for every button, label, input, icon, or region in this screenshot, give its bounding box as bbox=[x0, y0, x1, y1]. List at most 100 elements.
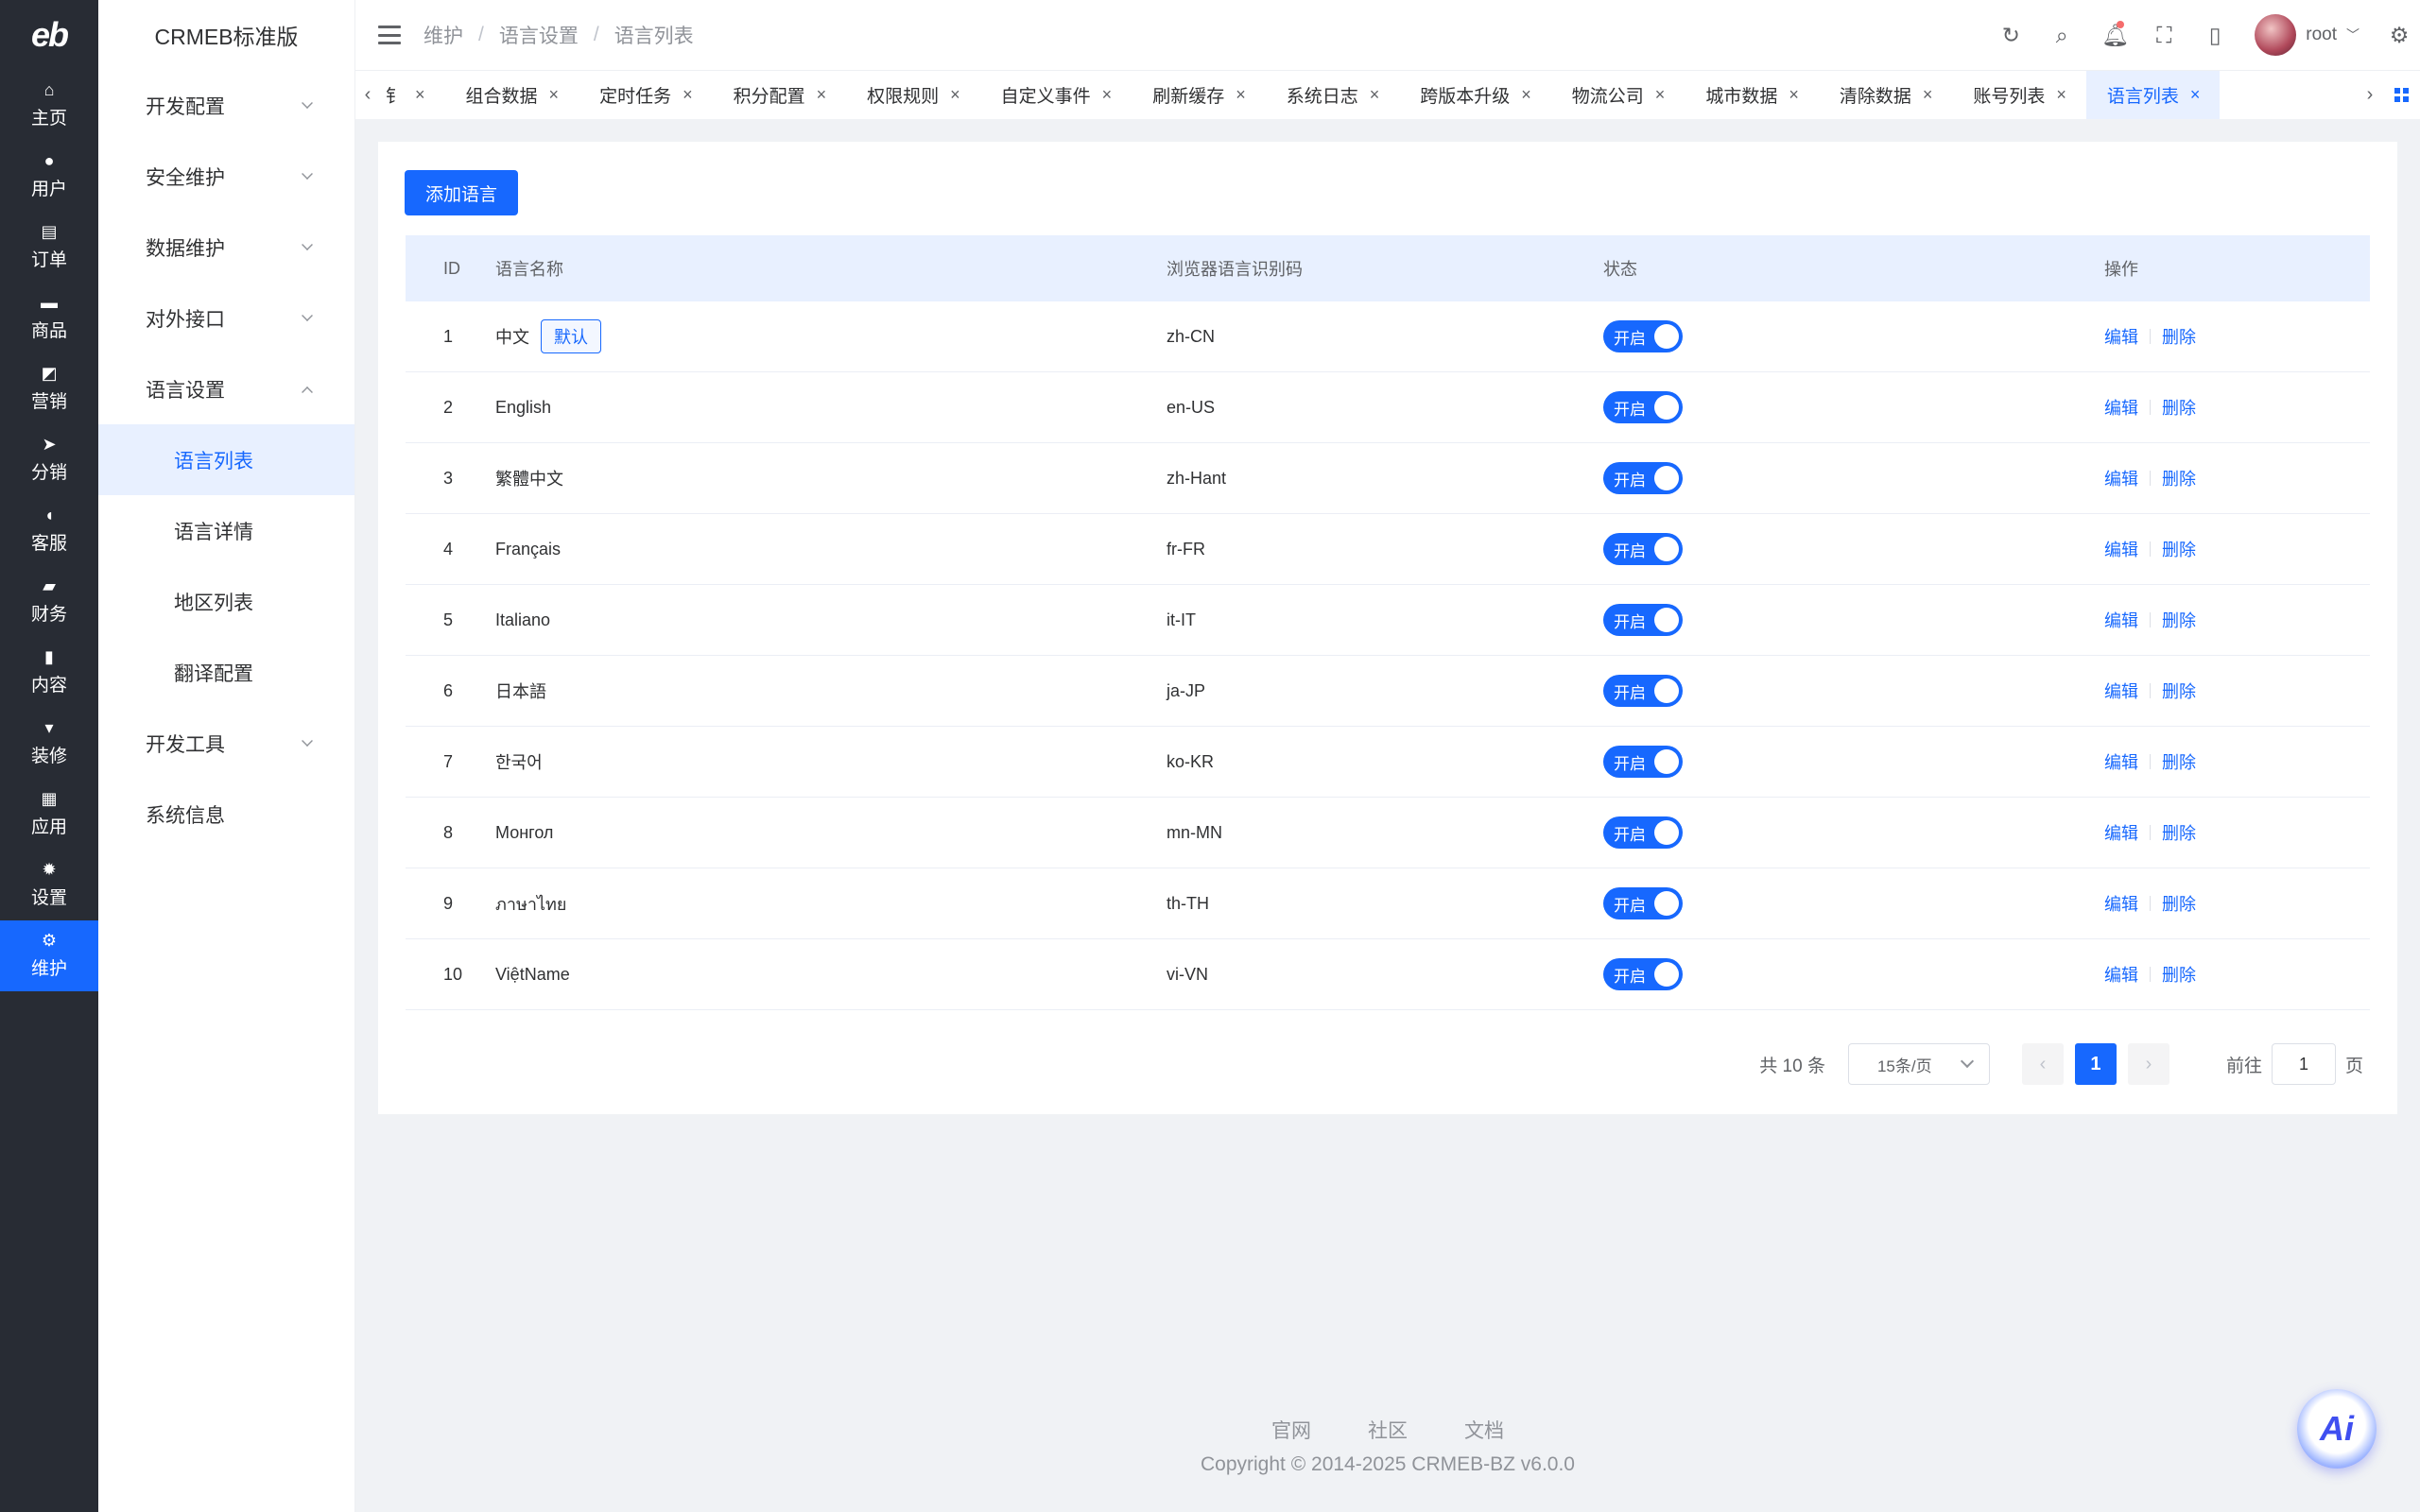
close-icon[interactable]: × bbox=[683, 85, 693, 105]
close-icon[interactable]: × bbox=[549, 85, 560, 105]
close-icon[interactable]: × bbox=[2056, 85, 2066, 105]
delete-link[interactable]: 删除 bbox=[2162, 537, 2196, 561]
settings-gear-icon[interactable]: ⚙ bbox=[2388, 23, 2411, 48]
edit-link[interactable]: 编辑 bbox=[2104, 891, 2138, 916]
close-icon[interactable]: × bbox=[817, 85, 827, 105]
footer-link-website[interactable]: 官网 bbox=[1271, 1416, 1311, 1444]
tabs-menu-grid-icon[interactable] bbox=[2382, 88, 2420, 102]
submenu-group[interactable]: 数据维护 bbox=[98, 212, 354, 283]
close-icon[interactable]: × bbox=[1236, 85, 1246, 105]
edit-link[interactable]: 编辑 bbox=[2104, 324, 2138, 349]
tab-item[interactable]: 跨版本升级 × bbox=[1399, 71, 1551, 119]
delete-link[interactable]: 删除 bbox=[2162, 749, 2196, 774]
rail-item[interactable]: ● 用户 bbox=[0, 141, 98, 212]
status-toggle[interactable]: 开启 bbox=[1603, 533, 1683, 565]
rail-item[interactable]: ▤ 订单 bbox=[0, 212, 98, 283]
rail-item[interactable]: ▬ 商品 bbox=[0, 283, 98, 353]
rail-item[interactable]: ⌂ 主页 bbox=[0, 70, 98, 141]
rail-item[interactable]: ◖ 客服 bbox=[0, 495, 98, 566]
fullscreen-icon[interactable]: ⛶ bbox=[2152, 23, 2175, 48]
rail-item[interactable]: ▰ 财务 bbox=[0, 566, 98, 637]
tab-item[interactable]: 自定义事件 × bbox=[980, 71, 1132, 119]
prev-page-button[interactable]: ‹ bbox=[2021, 1043, 2064, 1085]
delete-link[interactable]: 删除 bbox=[2162, 962, 2196, 987]
goto-page-input[interactable]: 1 bbox=[2271, 1043, 2336, 1085]
add-language-button[interactable]: 添加语言 bbox=[405, 170, 518, 215]
tab-item[interactable]: 清除数据 × bbox=[1819, 71, 1953, 119]
rail-item[interactable]: ▮ 内容 bbox=[0, 637, 98, 708]
status-toggle[interactable]: 开启 bbox=[1603, 816, 1683, 849]
delete-link[interactable]: 删除 bbox=[2162, 679, 2196, 703]
close-icon[interactable]: × bbox=[1789, 85, 1799, 105]
tab-item[interactable]: 组合数据 × bbox=[445, 71, 579, 119]
mobile-preview-icon[interactable]: ▯ bbox=[2204, 23, 2226, 48]
status-toggle[interactable]: 开启 bbox=[1603, 887, 1683, 919]
menu-toggle-icon[interactable] bbox=[378, 26, 401, 44]
rail-item[interactable]: ➤ 分销 bbox=[0, 424, 98, 495]
breadcrumb-item[interactable]: 语言设置 bbox=[499, 21, 579, 49]
tab-item[interactable]: 刷新缓存 × bbox=[1132, 71, 1266, 119]
refresh-icon[interactable]: ↻ bbox=[1999, 23, 2022, 48]
close-icon[interactable]: × bbox=[1923, 85, 1933, 105]
submenu-group[interactable]: 语言设置 bbox=[98, 353, 354, 424]
edit-link[interactable]: 编辑 bbox=[2104, 820, 2138, 845]
notification-bell-icon[interactable]: 🔔︎ bbox=[2101, 20, 2129, 48]
close-icon[interactable]: × bbox=[1521, 85, 1531, 105]
app-logo[interactable]: eb bbox=[0, 0, 98, 70]
delete-link[interactable]: 删除 bbox=[2162, 891, 2196, 916]
close-icon[interactable]: × bbox=[415, 85, 425, 105]
rail-item[interactable]: ◩ 营销 bbox=[0, 353, 98, 424]
edit-link[interactable]: 编辑 bbox=[2104, 466, 2138, 490]
delete-link[interactable]: 删除 bbox=[2162, 608, 2196, 632]
status-toggle[interactable]: 开启 bbox=[1603, 391, 1683, 423]
delete-link[interactable]: 删除 bbox=[2162, 466, 2196, 490]
breadcrumb-item[interactable]: 维护 bbox=[424, 21, 463, 49]
edit-link[interactable]: 编辑 bbox=[2104, 962, 2138, 987]
delete-link[interactable]: 删除 bbox=[2162, 820, 2196, 845]
status-toggle[interactable]: 开启 bbox=[1603, 746, 1683, 778]
submenu-item[interactable]: 语言详情 bbox=[98, 495, 354, 566]
edit-link[interactable]: 编辑 bbox=[2104, 395, 2138, 420]
submenu-group[interactable]: 对外接口 bbox=[98, 283, 354, 353]
page-size-select[interactable]: 15条/页 bbox=[1847, 1043, 1990, 1085]
footer-link-community[interactable]: 社区 bbox=[1368, 1416, 1408, 1444]
status-toggle[interactable]: 开启 bbox=[1603, 320, 1683, 352]
edit-link[interactable]: 编辑 bbox=[2104, 537, 2138, 561]
rail-item[interactable]: ⚙ 维护 bbox=[0, 920, 98, 991]
submenu-group[interactable]: 安全维护 bbox=[98, 141, 354, 212]
edit-link[interactable]: 编辑 bbox=[2104, 608, 2138, 632]
submenu-item[interactable]: 语言列表 bbox=[98, 424, 354, 495]
tabs-scroll-left-icon[interactable]: ‹ bbox=[355, 84, 380, 106]
tab-item[interactable]: 钅 × bbox=[380, 71, 445, 119]
tab-item[interactable]: 城市数据 × bbox=[1685, 71, 1819, 119]
delete-link[interactable]: 删除 bbox=[2162, 324, 2196, 349]
submenu-group[interactable]: 系统信息 bbox=[98, 779, 354, 850]
status-toggle[interactable]: 开启 bbox=[1603, 675, 1683, 707]
rail-item[interactable]: ✹ 设置 bbox=[0, 850, 98, 920]
submenu-group[interactable]: 开发工具 bbox=[98, 708, 354, 779]
search-icon[interactable]: ⌕ bbox=[2050, 23, 2073, 48]
submenu-item[interactable]: 翻译配置 bbox=[98, 637, 354, 708]
tab-item[interactable]: 积分配置 × bbox=[713, 71, 847, 119]
tab-item[interactable]: 定时任务 × bbox=[579, 71, 713, 119]
tab-item[interactable]: 系统日志 × bbox=[1266, 71, 1400, 119]
rail-item[interactable]: ▾ 装修 bbox=[0, 708, 98, 779]
submenu-item[interactable]: 地区列表 bbox=[98, 566, 354, 637]
close-icon[interactable]: × bbox=[1370, 85, 1380, 105]
tab-item[interactable]: 账号列表 × bbox=[1952, 71, 2086, 119]
page-number-button[interactable]: 1 bbox=[2074, 1043, 2117, 1085]
next-page-button[interactable]: › bbox=[2127, 1043, 2169, 1085]
footer-link-docs[interactable]: 文档 bbox=[1464, 1416, 1504, 1444]
tab-item[interactable]: 权限规则 × bbox=[846, 71, 980, 119]
user-menu[interactable]: root ﹀ bbox=[2255, 14, 2360, 56]
close-icon[interactable]: × bbox=[1102, 85, 1113, 105]
tabs-scroll-right-icon[interactable]: › bbox=[2358, 84, 2382, 106]
close-icon[interactable]: × bbox=[2190, 85, 2201, 105]
tab-item[interactable]: 语言列表 × bbox=[2085, 71, 2221, 119]
close-icon[interactable]: × bbox=[1655, 85, 1666, 105]
rail-item[interactable]: ▦ 应用 bbox=[0, 779, 98, 850]
status-toggle[interactable]: 开启 bbox=[1603, 462, 1683, 494]
delete-link[interactable]: 删除 bbox=[2162, 395, 2196, 420]
submenu-group[interactable]: 开发配置 bbox=[98, 70, 354, 141]
status-toggle[interactable]: 开启 bbox=[1603, 958, 1683, 990]
